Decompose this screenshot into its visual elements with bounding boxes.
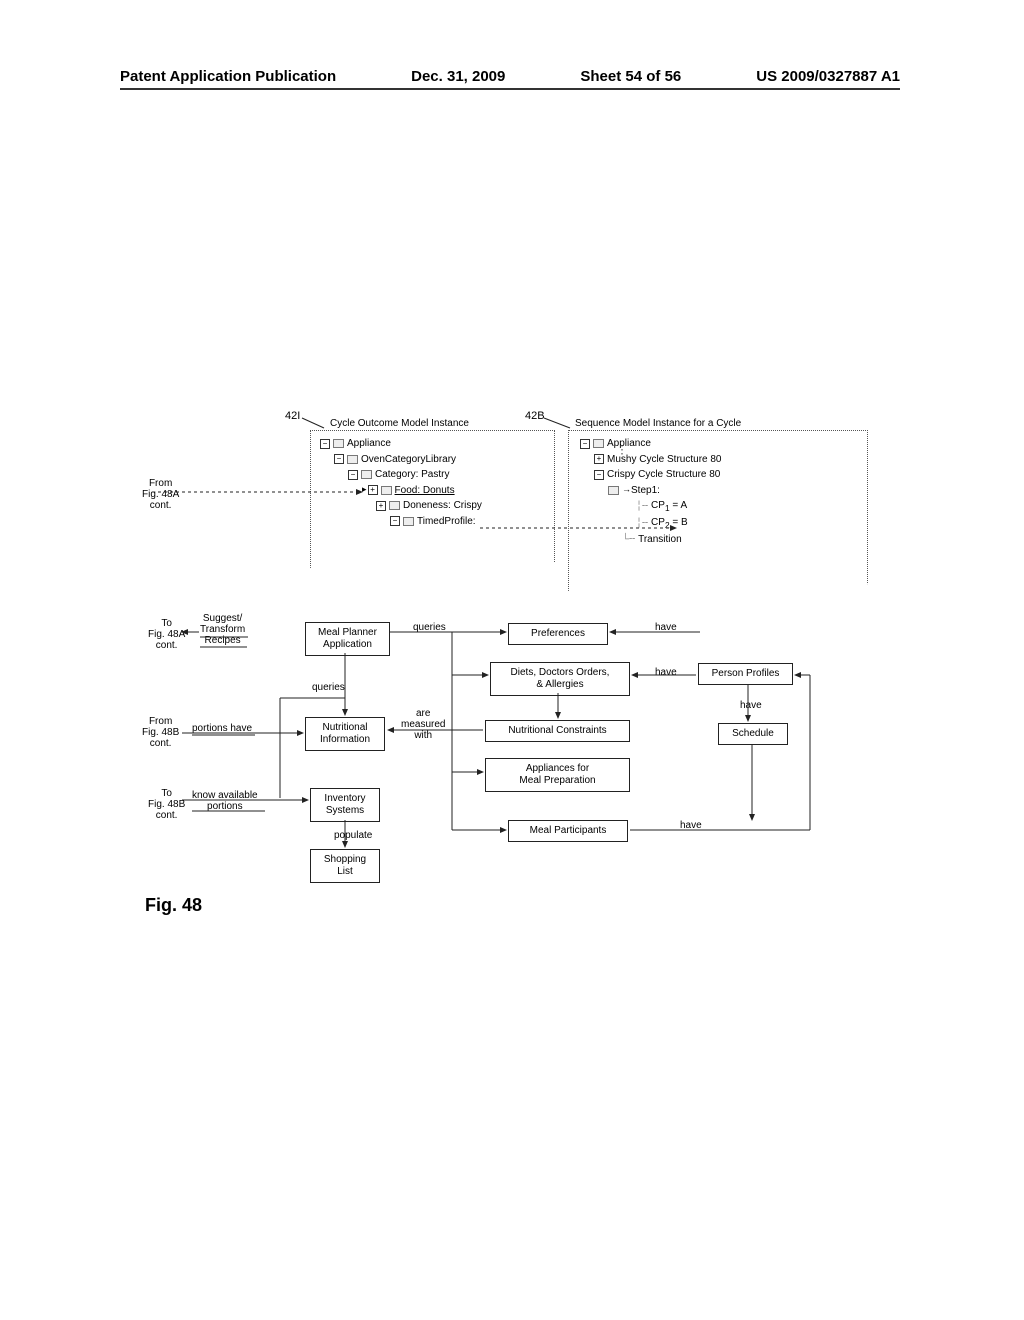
diagram-canvas: 42I 42B Cycle Outcome Model Instance Seq… [120,400,910,920]
sheet-num: Sheet 54 of 56 [580,68,681,85]
pub-number: US 2009/0327887 A1 [756,68,900,85]
pub-label: Patent Application Publication [120,68,336,85]
pub-date: Dec. 31, 2009 [411,68,505,85]
figure-label: Fig. 48 [145,895,202,916]
